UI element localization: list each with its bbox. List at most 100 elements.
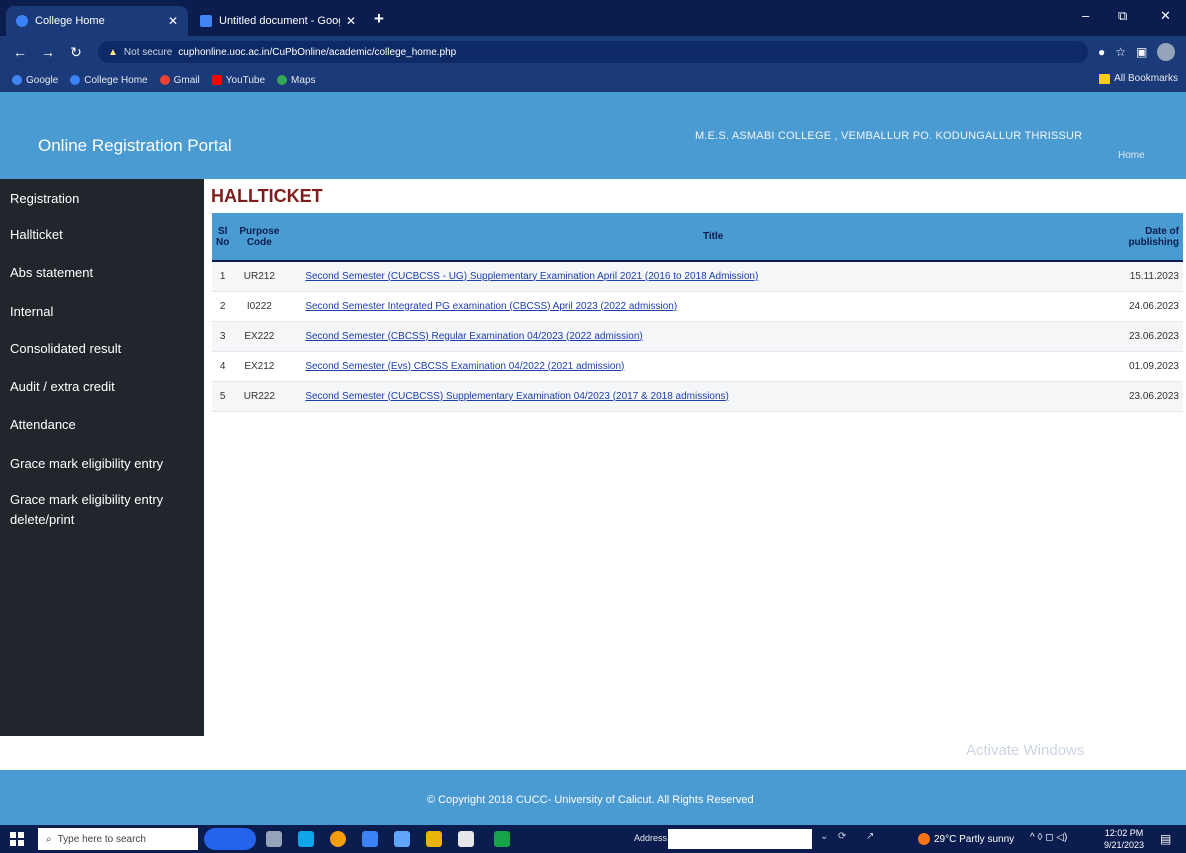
- clock-date: 9/21/2023: [1104, 840, 1145, 850]
- star-icon[interactable]: ☆: [1115, 45, 1126, 59]
- weather-text: 29°C Partly sunny: [934, 833, 1015, 845]
- sidebar-item-internal[interactable]: Internal: [10, 302, 190, 322]
- hallticket-link[interactable]: Second Semester (Evs) CBCSS Examination …: [305, 361, 624, 372]
- table-header-row: Sl No Purpose Code Title Date of publish…: [212, 213, 1183, 262]
- go-icon[interactable]: ⟳: [838, 831, 846, 842]
- cell-date: 23.06.2023: [1121, 321, 1183, 352]
- cell-sl: 2: [212, 291, 230, 322]
- hallticket-link[interactable]: Second Semester (CUCBCSS - UG) Supplemen…: [305, 271, 758, 282]
- college-favicon-icon: [16, 15, 28, 27]
- sidebar-item-registration[interactable]: Registration: [10, 189, 190, 209]
- bookmark-college-home[interactable]: College Home: [70, 75, 148, 86]
- clock-time: 12:02 PM: [1104, 828, 1144, 838]
- sidebar-item-grace-mark-delete-print[interactable]: Grace mark eligibility entry delete/prin…: [10, 490, 190, 530]
- portal-title: Online Registration Portal: [38, 136, 232, 155]
- explorer-icon[interactable]: [394, 831, 410, 847]
- dropdown-icon[interactable]: ⌄: [820, 831, 828, 842]
- browser-tab-bar: College Home ✕ Untitled document - Googl…: [0, 0, 1186, 36]
- chrome-icon[interactable]: [330, 831, 346, 847]
- cell-sl: 5: [212, 381, 230, 412]
- all-bookmarks-button[interactable]: All Bookmarks: [1099, 73, 1178, 84]
- bookmark-google[interactable]: Google: [12, 75, 58, 86]
- taskbar-clock[interactable]: 12:02 PM 9/21/2023: [1104, 827, 1144, 851]
- folder-icon[interactable]: [426, 831, 442, 847]
- google-icon: [12, 75, 22, 85]
- tab-label: College Home: [35, 15, 105, 27]
- weather-widget[interactable]: 29°C Partly sunny: [918, 833, 1014, 845]
- address-bar: ← → ↻ ▲ Not secure cuphonline.uoc.ac.in/…: [0, 36, 1186, 68]
- reload-icon[interactable]: ↻: [68, 44, 84, 61]
- warning-icon: ▲: [108, 46, 118, 58]
- sidebar-item-hallticket[interactable]: Hallticket: [10, 225, 190, 245]
- sidepanel-icon[interactable]: ▣: [1136, 45, 1147, 59]
- pin-icon[interactable]: ↗: [866, 831, 874, 842]
- sidebar-item-abs-statement[interactable]: Abs statement: [10, 263, 190, 283]
- sidebar-item-consolidated-result[interactable]: Consolidated result: [10, 339, 190, 359]
- youtube-icon: [211, 75, 222, 85]
- search-placeholder: Type here to search: [57, 833, 146, 845]
- cell-code: UR212: [229, 261, 290, 292]
- back-arrow-icon[interactable]: ←: [12, 44, 28, 60]
- bookmark-maps[interactable]: Maps: [277, 75, 316, 86]
- restore-button[interactable]: ⧉: [1118, 8, 1127, 24]
- hallticket-link[interactable]: Second Semester (CBCSS) Regular Examinat…: [305, 331, 642, 342]
- cell-title: Second Semester Integrated PG examinatio…: [289, 291, 1121, 322]
- taskbar-search-input[interactable]: ⌕ Type here to search: [38, 828, 198, 850]
- sidebar-item-grace-mark-entry[interactable]: Grace mark eligibility entry: [10, 454, 190, 474]
- cell-sl: 1: [212, 261, 230, 292]
- url-input[interactable]: ▲ Not secure cuphonline.uoc.ac.in/CuPbOn…: [98, 41, 1088, 63]
- forward-arrow-icon[interactable]: →: [40, 44, 56, 60]
- close-window-button[interactable]: ✕: [1160, 8, 1171, 24]
- cell-code: EX222: [229, 321, 290, 352]
- task-view-icon[interactable]: [266, 831, 282, 847]
- search-highlight-icon[interactable]: [204, 828, 256, 850]
- table-row: 1 UR212 Second Semester (CUCBCSS - UG) S…: [212, 261, 1183, 292]
- tab-untitled-document[interactable]: Untitled document - Google Do ✕: [190, 6, 366, 36]
- column-header-date: Date of publishing: [1121, 213, 1183, 262]
- maps-icon: [277, 75, 288, 85]
- folder-icon: [1099, 73, 1111, 84]
- column-header-purpose-code: Purpose Code: [229, 213, 290, 262]
- column-header-title: Title: [289, 213, 1121, 262]
- cell-sl: 4: [212, 351, 230, 382]
- tab-college-home[interactable]: College Home ✕: [6, 6, 188, 36]
- mail-icon[interactable]: [362, 831, 378, 847]
- profile-avatar[interactable]: [1157, 43, 1176, 61]
- column-header-sl: Sl No: [212, 213, 229, 262]
- sidebar-item-attendance[interactable]: Attendance: [10, 415, 190, 435]
- cell-title: Second Semester (CUCBCSS - UG) Supplemen…: [289, 261, 1121, 292]
- portal-header: Online Registration Portal M.E.S. ASMABI…: [0, 92, 1186, 179]
- notification-icon[interactable]: ▤: [1160, 832, 1171, 846]
- cell-code: UR222: [229, 381, 290, 412]
- cell-date: 24.06.2023: [1121, 291, 1183, 322]
- new-tab-button[interactable]: +: [374, 9, 384, 29]
- home-link[interactable]: Home: [1118, 150, 1145, 161]
- app-icon[interactable]: [494, 831, 510, 847]
- bookmarks-bar: Google College Home Gmail YouTube Maps A…: [0, 68, 1186, 92]
- security-label: Not secure: [123, 46, 173, 58]
- close-icon[interactable]: ✕: [346, 14, 356, 28]
- sidebar-item-audit-extra-credit[interactable]: Audit / extra credit: [10, 377, 190, 397]
- cell-date: 01.09.2023: [1121, 351, 1183, 382]
- bookmark-gmail[interactable]: Gmail: [159, 75, 200, 86]
- bookmark-youtube[interactable]: YouTube: [211, 75, 265, 86]
- table-row: 2 I0222 Second Semester Integrated PG ex…: [212, 291, 1183, 322]
- taskbar-address-input[interactable]: [668, 829, 812, 849]
- search-icon: ⌕: [46, 833, 52, 845]
- cell-title: Second Semester (Evs) CBCSS Examination …: [289, 351, 1121, 382]
- table-row: 4 EX212 Second Semester (Evs) CBCSS Exam…: [212, 351, 1183, 382]
- college-icon: [70, 75, 81, 85]
- cell-code: I0222: [229, 291, 290, 322]
- extension-icon[interactable]: ●: [1098, 45, 1105, 59]
- close-icon[interactable]: ✕: [168, 14, 178, 28]
- gmail-icon: [159, 75, 170, 85]
- minimize-button[interactable]: –: [1082, 8, 1089, 23]
- edge-icon[interactable]: [298, 831, 314, 847]
- hallticket-link[interactable]: Second Semester Integrated PG examinatio…: [305, 301, 677, 312]
- hallticket-link[interactable]: Second Semester (CUCBCSS) Supplementary …: [305, 391, 729, 402]
- system-tray-icons[interactable]: ^ ◊ ◻ ◁): [1030, 832, 1067, 843]
- store-icon[interactable]: [458, 831, 474, 847]
- activate-windows-watermark: Activate Windows: [966, 742, 1085, 759]
- cell-title: Second Semester (CBCSS) Regular Examinat…: [289, 321, 1121, 352]
- windows-start-icon[interactable]: [10, 832, 24, 846]
